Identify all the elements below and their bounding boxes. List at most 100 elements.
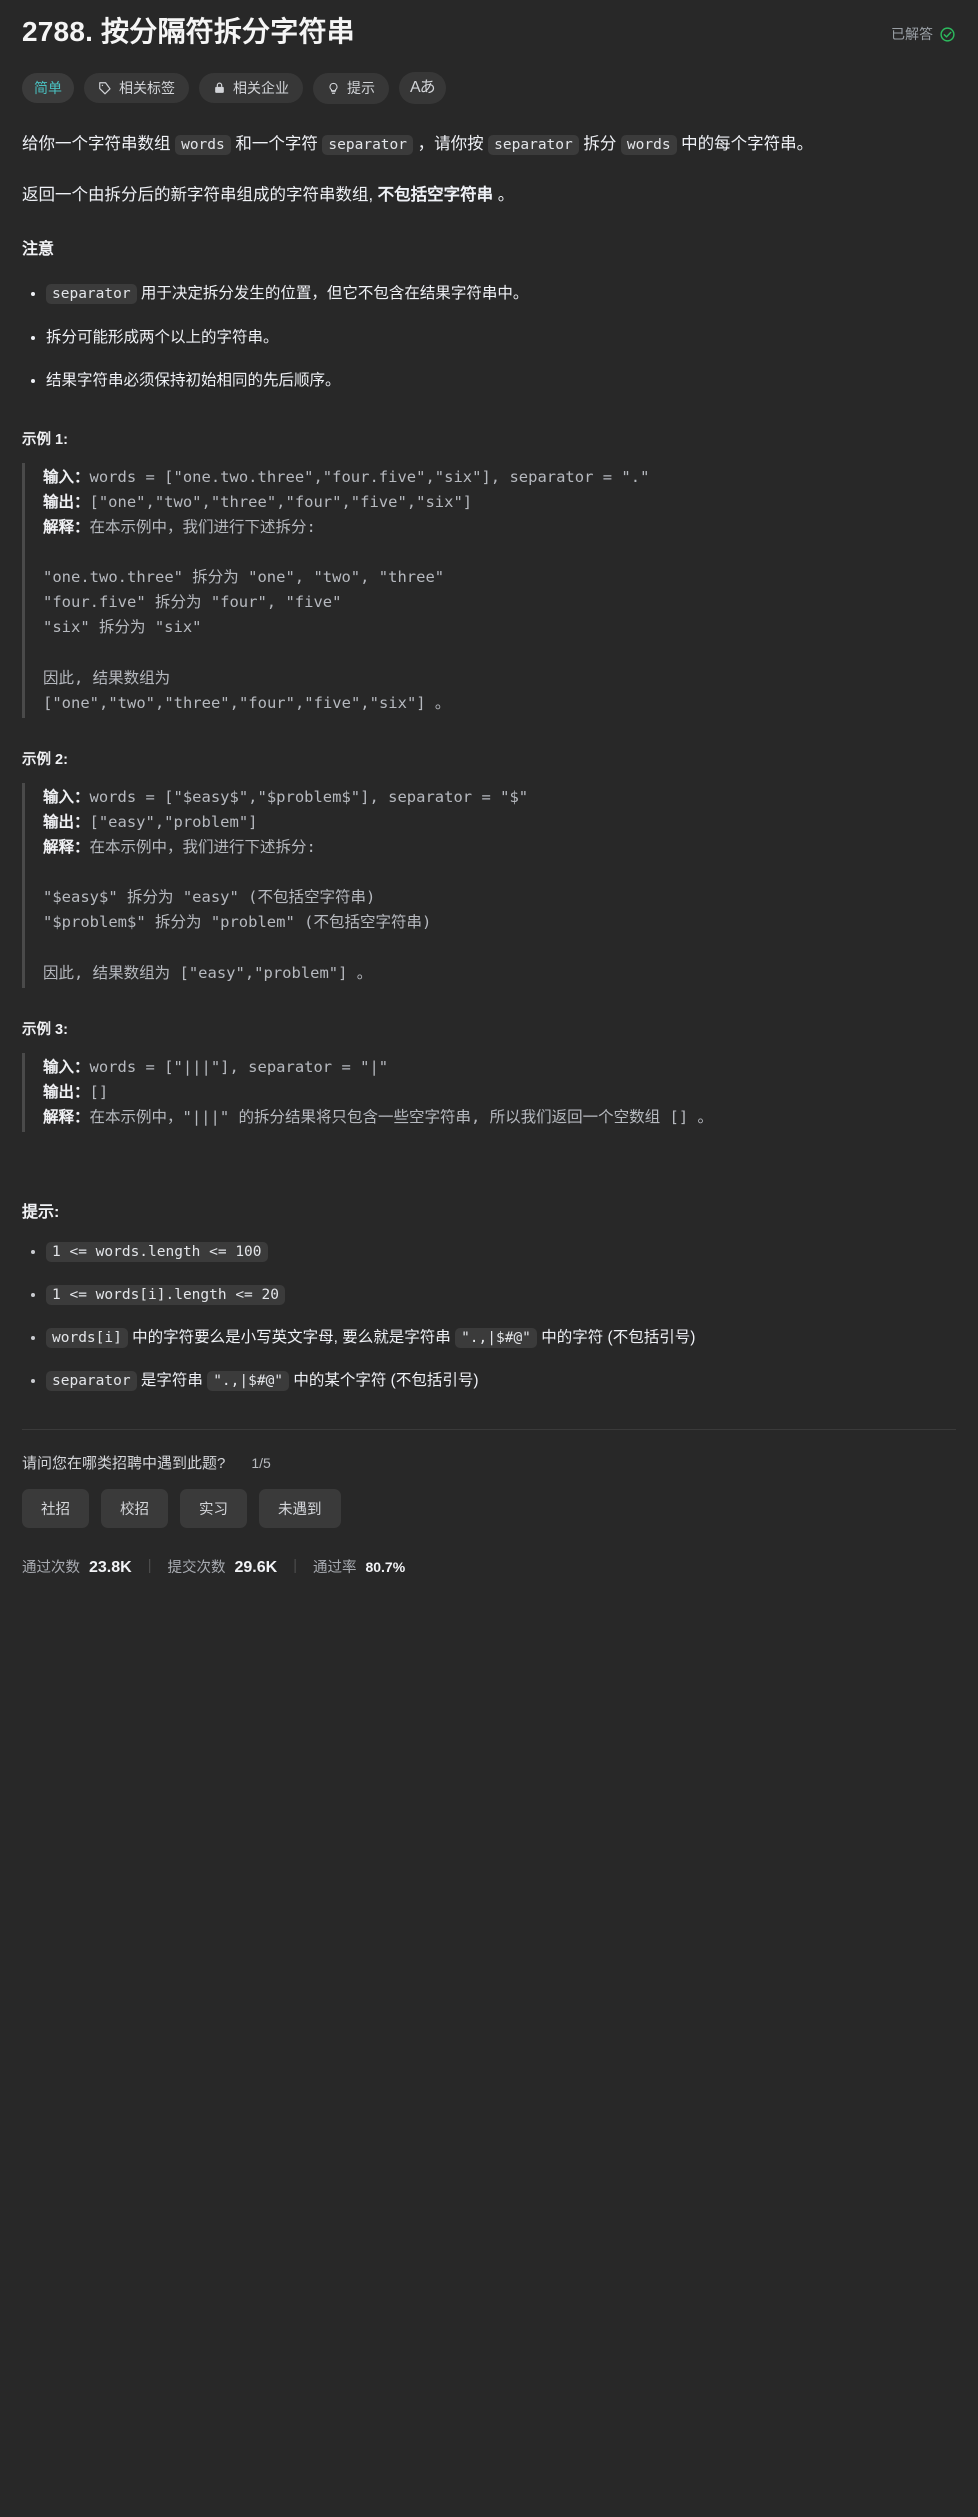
list-item: 1 <= words[i].length <= 20 bbox=[46, 1281, 956, 1309]
list-item: separator 是字符串 ".,|$#@" 中的某个字符 (不包括引号) bbox=[46, 1367, 956, 1395]
hints-button[interactable]: 提示 bbox=[313, 72, 389, 104]
translate-button[interactable]: Aあ bbox=[399, 72, 446, 105]
survey-counter: 1/5 bbox=[251, 1454, 271, 1471]
example-1-detail-line: "four.five" 拆分为 "four", "five" bbox=[43, 593, 342, 612]
constraint-code: 1 <= words.length <= 100 bbox=[46, 1242, 268, 1263]
example-2-block: 输入：words = ["$easy$","$problem$"], separ… bbox=[22, 782, 956, 988]
related-tags-label: 相关标签 bbox=[119, 80, 175, 97]
example-2-output-value: ["easy","problem"] bbox=[89, 812, 258, 831]
code-words-1: words bbox=[175, 135, 231, 156]
code-separator-2: separator bbox=[488, 135, 579, 156]
list-item: 1 <= words.length <= 100 bbox=[46, 1238, 956, 1266]
example-2-input-label: 输入： bbox=[43, 788, 90, 806]
example-2-result-line: 因此, 结果数组为 ["easy","problem"] 。 bbox=[43, 963, 373, 982]
survey-option-internship[interactable]: 实习 bbox=[180, 1488, 247, 1528]
constraint-text: 是字符串 bbox=[136, 1371, 208, 1389]
description-paragraph-2: 返回一个由拆分后的新字符串组成的字符串数组, 不包括空字符串 。 bbox=[22, 181, 956, 210]
example-2-detail-line: "$easy$" 拆分为 "easy" (不包括空字符串) bbox=[43, 888, 376, 907]
example-1-input-value: words = ["one.two.three","four.five","si… bbox=[89, 467, 650, 486]
check-circle-icon bbox=[939, 26, 956, 43]
status-label: 已解答 bbox=[891, 26, 933, 42]
example-2-label: 示例 2: bbox=[22, 751, 68, 768]
note-text: 用于决定拆分发生的位置，但它不包含在结果字符串中。 bbox=[136, 285, 529, 303]
survey-section: 请问您在哪类招聘中遇到此题? 1/5 社招 校招 实习 未遇到 bbox=[22, 1430, 956, 1528]
tag-pill-row: 简单 相关标签 相关企业 提示 Aあ bbox=[22, 72, 956, 105]
code-separator-1: separator bbox=[322, 135, 413, 156]
desc-text: 。 bbox=[493, 186, 515, 205]
survey-option-social[interactable]: 社招 bbox=[22, 1488, 89, 1528]
desc-emphasis: 不包括空字符串 bbox=[377, 186, 494, 205]
example-1-detail-line: "one.two.three" 拆分为 "one", "two", "three… bbox=[43, 568, 445, 587]
related-companies-label: 相关企业 bbox=[233, 80, 289, 97]
survey-option-none[interactable]: 未遇到 bbox=[259, 1488, 341, 1528]
example-2-explain-value: 在本示例中，我们进行下述拆分: bbox=[89, 838, 316, 857]
example-1-result-line: 因此, 结果数组为 bbox=[43, 668, 171, 687]
stat-submissions-value: 29.6K bbox=[234, 1558, 278, 1576]
desc-text: 给你一个字符串数组 bbox=[22, 135, 176, 154]
list-item: separator 用于决定拆分发生的位置，但它不包含在结果字符串中。 bbox=[46, 280, 956, 307]
list-item: 结果字符串必须保持初始相同的先后顺序。 bbox=[46, 367, 956, 394]
related-tags-button[interactable]: 相关标签 bbox=[84, 73, 189, 104]
example-1-explain-value: 在本示例中，我们进行下述拆分: bbox=[89, 517, 316, 536]
stat-acceptance-rate-value: 80.7% bbox=[365, 1558, 406, 1575]
example-1-output-label: 输出： bbox=[43, 493, 90, 511]
desc-text: 返回一个由拆分后的新字符串组成的字符串数组, bbox=[22, 186, 378, 205]
desc-text: ，请你按 bbox=[413, 135, 489, 154]
note-text: 拆分可能形成两个以上的字符串。 bbox=[46, 328, 279, 346]
difficulty-label: 简单 bbox=[34, 80, 62, 97]
example-2-explain-label: 解释： bbox=[43, 839, 90, 857]
constraint-text: 中的字符 (不包括引号) bbox=[536, 1328, 696, 1346]
example-3-label: 示例 3: bbox=[22, 1021, 68, 1038]
survey-question-row: 请问您在哪类招聘中遇到此题? 1/5 bbox=[22, 1452, 956, 1473]
example-3-explain-label: 解释： bbox=[43, 1108, 90, 1126]
stat-acceptance-rate: 通过率 80.7% bbox=[313, 1556, 405, 1577]
stats-divider: | bbox=[293, 1558, 297, 1575]
example-3-input-label: 输入： bbox=[43, 1058, 90, 1076]
stat-submissions: 提交次数 29.6K bbox=[167, 1556, 277, 1577]
problem-page: 2788. 按分隔符拆分字符串 已解答 简单 相关标签 相关企业 提示 Aあ 给… bbox=[0, 0, 978, 1597]
problem-description: 给你一个字符串数组 words 和一个字符 separator ，请你按 sep… bbox=[22, 130, 956, 393]
lightbulb-icon bbox=[327, 81, 340, 96]
list-item: 拆分可能形成两个以上的字符串。 bbox=[46, 324, 956, 351]
title-row: 2788. 按分隔符拆分字符串 已解答 bbox=[22, 14, 956, 50]
stat-accepted-value: 23.8K bbox=[89, 1558, 132, 1576]
example-1-output-value: ["one","two","three","four","five","six"… bbox=[89, 492, 473, 511]
example-3-input-value: words = ["|||"], separator = "|" bbox=[89, 1057, 389, 1076]
page-title: 2788. 按分隔符拆分字符串 bbox=[22, 16, 355, 47]
tag-icon bbox=[98, 81, 112, 95]
code-words-2: words bbox=[620, 135, 677, 156]
constraint-text: 中的字符要么是小写英文字母, 要么就是字符串 bbox=[127, 1328, 456, 1346]
stat-accepted-label: 通过次数 bbox=[22, 1559, 80, 1576]
example-1-label: 示例 1: bbox=[22, 431, 68, 448]
example-1-input-label: 输入： bbox=[43, 468, 90, 486]
examples-section: 示例 1: 输入：words = ["one.two.three","four.… bbox=[22, 428, 956, 1133]
status-badge: 已解答 bbox=[891, 14, 956, 44]
example-3-block: 输入：words = ["|||"], separator = "|" 输出：[… bbox=[22, 1052, 956, 1133]
stat-acceptance-rate-label: 通过率 bbox=[312, 1559, 357, 1576]
stats-divider: | bbox=[147, 1558, 152, 1575]
difficulty-badge[interactable]: 简单 bbox=[22, 73, 74, 104]
desc-text: 中的每个字符串。 bbox=[676, 135, 814, 154]
translate-icon: Aあ bbox=[410, 79, 436, 97]
survey-options: 社招 校招 实习 未遇到 bbox=[22, 1488, 956, 1528]
constraints-heading: 提示: bbox=[22, 1204, 60, 1222]
example-2-input-value: words = ["$easy$","$problem$"], separato… bbox=[89, 787, 529, 806]
note-text: 结果字符串必须保持初始相同的先后顺序。 bbox=[46, 371, 341, 389]
stat-accepted: 通过次数 23.8K bbox=[22, 1556, 132, 1577]
constraint-code: separator bbox=[46, 1370, 137, 1391]
constraint-code: ".,|$#@" bbox=[207, 1370, 290, 1391]
stats-row: 通过次数 23.8K | 提交次数 29.6K | 通过率 80.7% bbox=[22, 1528, 956, 1597]
lock-icon bbox=[213, 81, 226, 95]
example-1-result-line: ["one","two","three","four","five","six"… bbox=[43, 693, 451, 712]
constraint-code: 1 <= words[i].length <= 20 bbox=[46, 1284, 285, 1305]
example-3-output-value: [] bbox=[89, 1082, 109, 1101]
constraints-list: 1 <= words.length <= 100 1 <= words[i].l… bbox=[22, 1238, 956, 1395]
example-3-explain-value: 在本示例中，"|||" 的拆分结果将只包含一些空字符串, 所以我们返回一个空数组… bbox=[89, 1107, 713, 1126]
survey-option-campus[interactable]: 校招 bbox=[101, 1488, 168, 1528]
example-1-block: 输入：words = ["one.two.three","four.five",… bbox=[22, 462, 956, 718]
notes-heading: 注意 bbox=[22, 241, 55, 259]
constraints-section: 提示: 1 <= words.length <= 100 1 <= words[… bbox=[22, 1198, 956, 1395]
related-companies-button[interactable]: 相关企业 bbox=[199, 73, 303, 104]
description-paragraph-1: 给你一个字符串数组 words 和一个字符 separator ，请你按 sep… bbox=[22, 130, 956, 159]
constraint-code: words[i] bbox=[46, 1327, 128, 1348]
